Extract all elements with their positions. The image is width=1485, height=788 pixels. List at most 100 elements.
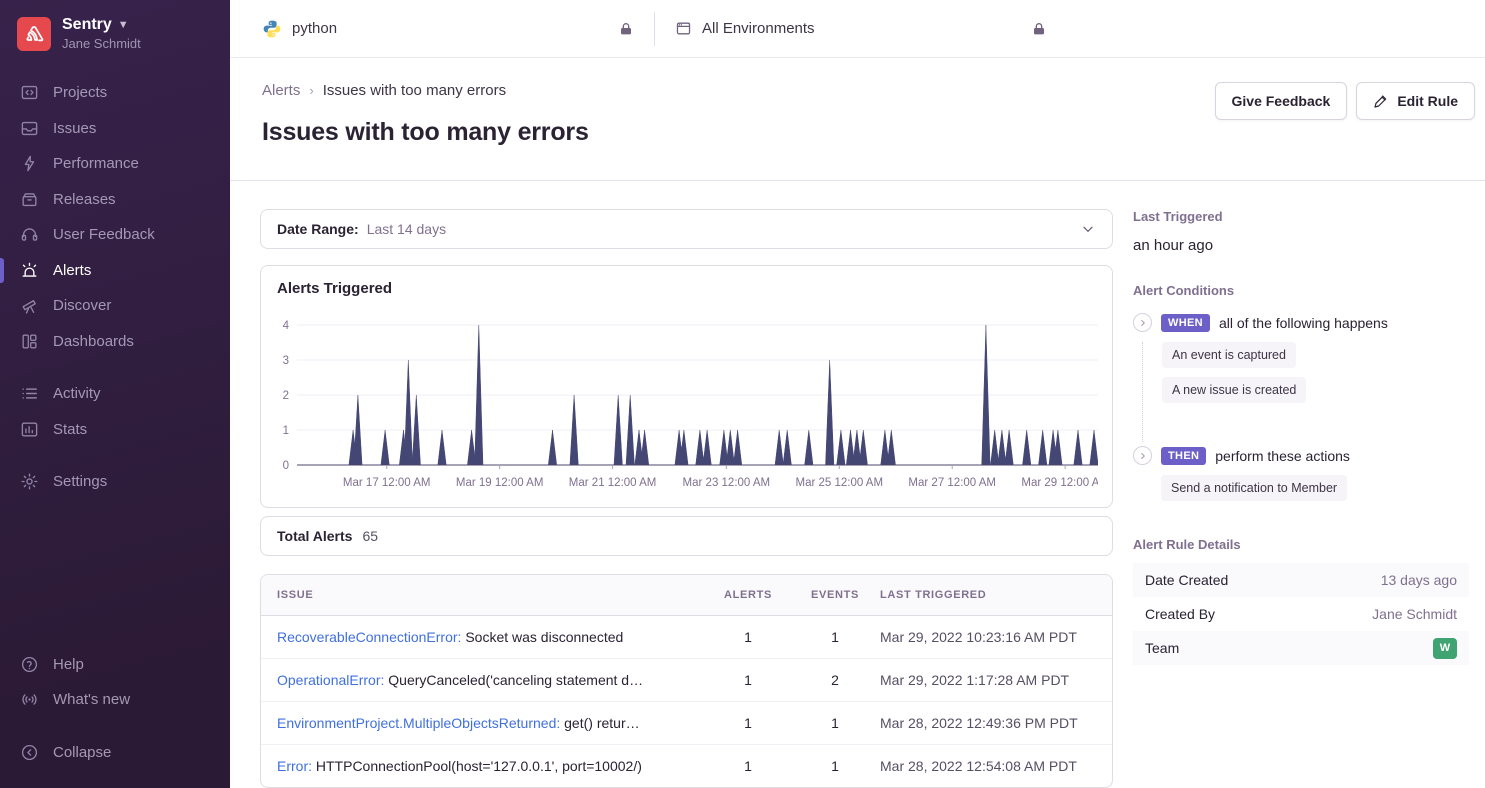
breadcrumb-alerts-link[interactable]: Alerts — [262, 82, 300, 99]
table-row[interactable]: OperationalError: QueryCanceled('canceli… — [261, 658, 1112, 701]
expand-circle-icon[interactable] — [1133, 313, 1152, 332]
main-area: python All Environments — [230, 0, 1485, 788]
sidebar-item-stats[interactable]: Stats — [0, 412, 230, 448]
org-name: Sentry — [62, 16, 112, 34]
sidebar-item-help[interactable]: Help — [0, 647, 230, 683]
last-triggered-time: Mar 28, 2022 12:49:36 PM PDT — [878, 715, 1096, 731]
environment-picker[interactable]: All Environments — [675, 20, 1047, 37]
column-header-last-triggered: LAST TRIGGERED — [878, 589, 1096, 601]
issue-link[interactable]: OperationalError: — [277, 672, 384, 688]
total-alerts-card: Total Alerts 65 — [260, 516, 1113, 556]
table-row[interactable]: Error: HTTPConnectionPool(host='127.0.0.… — [261, 744, 1112, 787]
sidebar-item-projects[interactable]: Projects — [0, 75, 230, 111]
alerts-count: 1 — [704, 758, 792, 774]
expand-circle-icon[interactable] — [1133, 446, 1152, 465]
svg-text:Mar 27 12:00 AM: Mar 27 12:00 AM — [908, 477, 996, 489]
then-badge: THEN — [1161, 447, 1206, 465]
sidebar-item-activity[interactable]: Activity — [0, 376, 230, 412]
sidebar-item-whats-new[interactable]: What's new — [0, 682, 230, 718]
sidebar-item-dashboards[interactable]: Dashboards — [0, 324, 230, 360]
dashboards-icon — [18, 332, 40, 351]
table-row[interactable]: RecoverableConnectionError: Socket was d… — [261, 616, 1112, 658]
alert-conditions-heading: Alert Conditions — [1133, 283, 1469, 298]
svg-text:Mar 29 12:00 AM: Mar 29 12:00 AM — [1021, 477, 1098, 489]
table-row[interactable]: EnvironmentProject.MultipleObjectsReturn… — [261, 701, 1112, 744]
project-picker[interactable]: python — [262, 19, 634, 39]
sidebar-item-label: Dashboards — [53, 333, 134, 350]
column-header-events: EVENTS — [792, 589, 878, 601]
sidebar-collapse-button[interactable]: Collapse — [0, 735, 230, 771]
last-triggered-value: an hour ago — [1133, 237, 1469, 254]
lock-icon[interactable] — [1031, 21, 1047, 37]
sidebar-item-releases[interactable]: Releases — [0, 182, 230, 218]
projects-icon — [18, 83, 40, 102]
issues-icon — [18, 119, 40, 138]
last-triggered-time: Mar 29, 2022 1:17:28 AM PDT — [878, 672, 1096, 688]
sidebar-item-discover[interactable]: Discover — [0, 288, 230, 324]
page-actions: Give Feedback Edit Rule — [1215, 82, 1476, 120]
date-range-label: Date Range: — [277, 221, 359, 237]
alerts-triggered-card: Alerts Triggered 0 1 2 3 4 Mar 17 12:00 AM Mar… — [260, 265, 1113, 508]
team-avatar-badge[interactable]: W — [1433, 638, 1457, 659]
alerts-triggered-chart: 01234Mar 17 12:00 AMMar 19 12:00 AMMar 2… — [277, 301, 1098, 499]
issue-link[interactable]: EnvironmentProject.MultipleObjectsReturn… — [277, 715, 560, 731]
details-panel: Last Triggered an hour ago Alert Conditi… — [1133, 209, 1469, 665]
main-column: Date Range: Last 14 days Alerts Triggere… — [260, 209, 1113, 788]
sidebar-nav: Projects Issues Performance Releases Use… — [0, 75, 230, 647]
when-conditions-list: An event is captured A new issue is crea… — [1142, 342, 1469, 442]
project-name: python — [292, 20, 337, 37]
org-switcher[interactable]: Sentry▼ Jane Schmidt — [0, 16, 230, 51]
issue-link[interactable]: RecoverableConnectionError: — [277, 629, 461, 645]
sidebar-item-label: Discover — [53, 297, 111, 314]
column-header-issue: ISSUE — [277, 589, 704, 601]
svg-text:Mar 17 12:00 AM: Mar 17 12:00 AM — [343, 477, 431, 489]
sidebar-item-settings[interactable]: Settings — [0, 464, 230, 500]
alerts-count: 1 — [704, 629, 792, 645]
rule-detail-row: Team W — [1133, 631, 1469, 665]
svg-text:4: 4 — [283, 320, 290, 332]
sidebar-item-user-feedback[interactable]: User Feedback — [0, 217, 230, 253]
issue-link[interactable]: Error: — [277, 758, 312, 774]
when-condition-row: WHEN all of the following happens — [1133, 313, 1469, 332]
releases-icon — [18, 190, 40, 209]
svg-text:2: 2 — [283, 390, 289, 402]
svg-text:0: 0 — [283, 460, 289, 472]
svg-text:3: 3 — [283, 355, 289, 367]
breadcrumb: Alerts › Issues with too many errors — [262, 82, 589, 99]
alerts-icon — [18, 261, 40, 280]
give-feedback-button[interactable]: Give Feedback — [1215, 82, 1348, 120]
edit-rule-button[interactable]: Edit Rule — [1356, 82, 1475, 120]
date-range-selector[interactable]: Date Range: Last 14 days — [260, 209, 1113, 249]
then-actions-list: Send a notification to Member — [1142, 475, 1469, 501]
alert-rule-details-heading: Alert Rule Details — [1133, 537, 1469, 552]
environment-icon — [675, 20, 692, 37]
total-alerts-label: Total Alerts — [277, 528, 352, 544]
page-content: Date Range: Last 14 days Alerts Triggere… — [230, 181, 1485, 788]
lock-icon[interactable] — [618, 21, 634, 37]
help-icon — [18, 655, 40, 674]
settings-icon — [18, 472, 40, 491]
alerts-count: 1 — [704, 672, 792, 688]
total-alerts-value: 65 — [362, 528, 378, 544]
events-count: 1 — [792, 715, 878, 731]
svg-text:Mar 25 12:00 AM: Mar 25 12:00 AM — [795, 477, 883, 489]
issues-table-header: ISSUE ALERTS EVENTS LAST TRIGGERED — [261, 575, 1112, 616]
topbar: python All Environments — [230, 0, 1485, 58]
sentry-logo-icon — [17, 17, 51, 51]
page-title: Issues with too many errors — [262, 118, 589, 147]
events-count: 1 — [792, 758, 878, 774]
sidebar-item-label: Stats — [53, 421, 87, 438]
sidebar-item-label: What's new — [53, 691, 130, 708]
sidebar: Sentry▼ Jane Schmidt Projects Issues Per… — [0, 0, 230, 788]
sidebar-item-performance[interactable]: Performance — [0, 146, 230, 182]
svg-text:1: 1 — [283, 425, 289, 437]
page-header: Alerts › Issues with too many errors Iss… — [230, 58, 1485, 181]
sidebar-item-alerts[interactable]: Alerts — [0, 253, 230, 289]
sidebar-item-issues[interactable]: Issues — [0, 111, 230, 147]
breadcrumb-current: Issues with too many errors — [323, 82, 506, 99]
issues-table: ISSUE ALERTS EVENTS LAST TRIGGERED Recov… — [260, 574, 1113, 788]
chart-title: Alerts Triggered — [277, 280, 1098, 297]
column-header-alerts: ALERTS — [704, 589, 792, 601]
sidebar-item-label: Help — [53, 656, 84, 673]
chevron-down-icon — [1080, 221, 1096, 237]
